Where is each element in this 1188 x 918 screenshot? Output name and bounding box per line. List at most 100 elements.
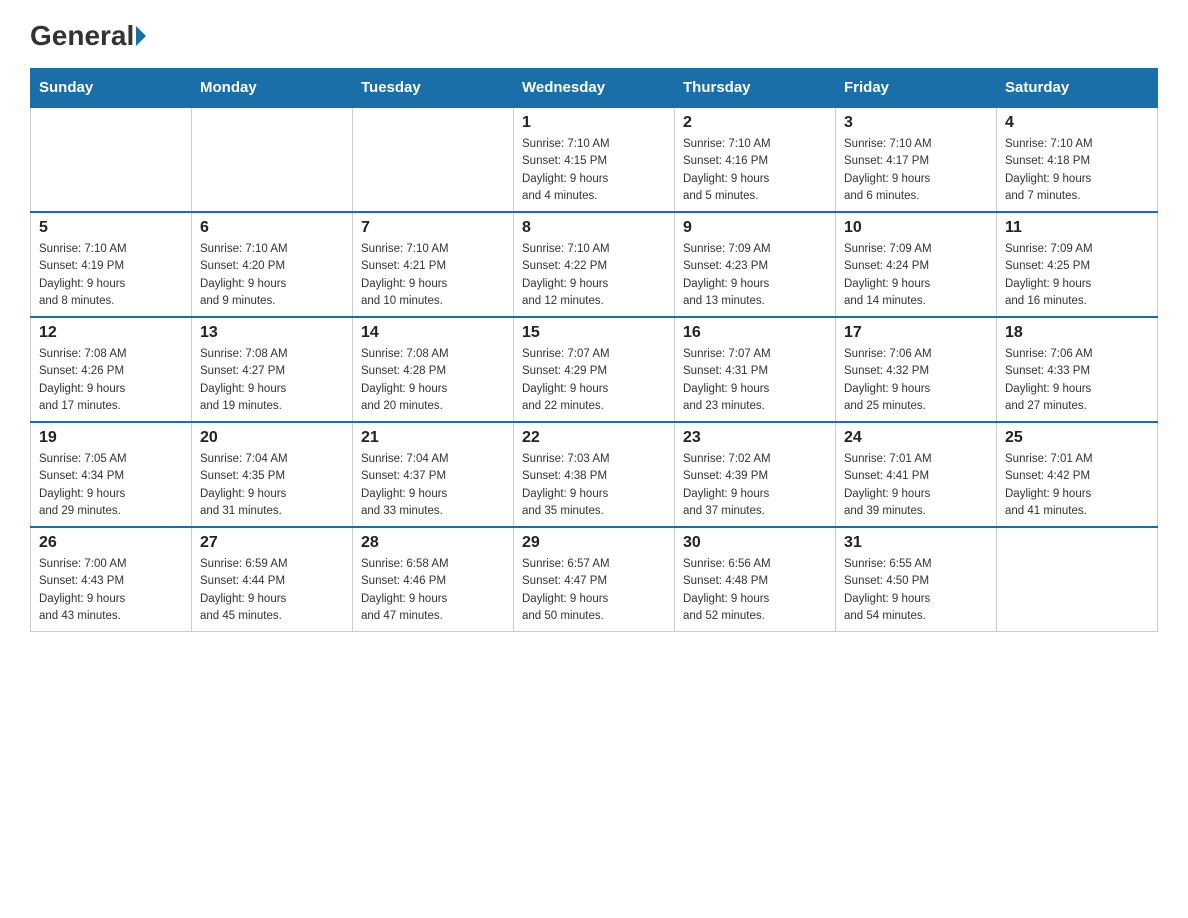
- day-number: 20: [200, 429, 344, 447]
- day-number: 13: [200, 324, 344, 342]
- day-info: Sunrise: 7:10 AM Sunset: 4:19 PM Dayligh…: [39, 241, 183, 310]
- day-number: 19: [39, 429, 183, 447]
- day-info: Sunrise: 7:09 AM Sunset: 4:23 PM Dayligh…: [683, 241, 827, 310]
- calendar-cell: 14 Sunrise: 7:08 AM Sunset: 4:28 PM Dayli…: [353, 317, 514, 422]
- calendar-cell: 9 Sunrise: 7:09 AM Sunset: 4:23 PM Daylig…: [675, 212, 836, 317]
- day-info: Sunrise: 7:06 AM Sunset: 4:33 PM Dayligh…: [1005, 346, 1149, 415]
- day-info: Sunrise: 7:10 AM Sunset: 4:18 PM Dayligh…: [1005, 136, 1149, 205]
- calendar-cell: 4 Sunrise: 7:10 AM Sunset: 4:18 PM Daylig…: [997, 107, 1158, 212]
- day-info: Sunrise: 7:02 AM Sunset: 4:39 PM Dayligh…: [683, 451, 827, 520]
- calendar-cell: [31, 107, 192, 212]
- calendar-cell: 15Sunrise: 7:07 AM Sunset: 4:29 PM Dayli…: [514, 317, 675, 422]
- day-number: 4: [1005, 114, 1149, 132]
- day-info: Sunrise: 7:10 AM Sunset: 4:20 PM Dayligh…: [200, 241, 344, 310]
- day-info: Sunrise: 7:07 AM Sunset: 4:31 PM Dayligh…: [683, 346, 827, 415]
- day-number: 7: [361, 219, 505, 237]
- day-number: 2: [683, 114, 827, 132]
- logo: General: [30, 20, 148, 48]
- calendar-cell: 20 Sunrise: 7:04 AM Sunset: 4:35 PM Dayli…: [192, 422, 353, 527]
- day-number: 14: [361, 324, 505, 342]
- day-info: Sunrise: 7:04 AM Sunset: 4:35 PM Dayligh…: [200, 451, 344, 520]
- day-number: 22: [522, 429, 666, 447]
- day-info: Sunrise: 7:08 AM Sunset: 4:28 PM Dayligh…: [361, 346, 505, 415]
- day-number: 1: [522, 114, 666, 132]
- day-number: 29: [522, 534, 666, 552]
- calendar-cell: 3 Sunrise: 7:10 AM Sunset: 4:17 PM Daylig…: [836, 107, 997, 212]
- calendar-cell: 22 Sunrise: 7:03 AM Sunset: 4:38 PM Dayli…: [514, 422, 675, 527]
- week-row-2: 5 Sunrise: 7:10 AM Sunset: 4:19 PM Daylig…: [31, 212, 1158, 317]
- day-info: Sunrise: 7:10 AM Sunset: 4:15 PM Dayligh…: [522, 136, 666, 205]
- day-number: 23: [683, 429, 827, 447]
- calendar-cell: 24Sunrise: 7:01 AM Sunset: 4:41 PM Dayli…: [836, 422, 997, 527]
- calendar-cell: 25 Sunrise: 7:01 AM Sunset: 4:42 PM Dayli…: [997, 422, 1158, 527]
- calendar-table: SundayMondayTuesdayWednesdayThursdayFrid…: [30, 68, 1158, 632]
- calendar-cell: 10 Sunrise: 7:09 AM Sunset: 4:24 PM Dayli…: [836, 212, 997, 317]
- day-number: 11: [1005, 219, 1149, 237]
- day-info: Sunrise: 7:01 AM Sunset: 4:42 PM Dayligh…: [1005, 451, 1149, 520]
- calendar-cell: [997, 527, 1158, 632]
- calendar-cell: 29 Sunrise: 6:57 AM Sunset: 4:47 PM Dayli…: [514, 527, 675, 632]
- calendar-cell: 19 Sunrise: 7:05 AM Sunset: 4:34 PM Dayli…: [31, 422, 192, 527]
- day-number: 18: [1005, 324, 1149, 342]
- day-info: Sunrise: 6:57 AM Sunset: 4:47 PM Dayligh…: [522, 556, 666, 625]
- calendar-cell: 12Sunrise: 7:08 AM Sunset: 4:26 PM Dayli…: [31, 317, 192, 422]
- day-info: Sunrise: 7:05 AM Sunset: 4:34 PM Dayligh…: [39, 451, 183, 520]
- day-number: 6: [200, 219, 344, 237]
- day-info: Sunrise: 7:09 AM Sunset: 4:25 PM Dayligh…: [1005, 241, 1149, 310]
- day-number: 10: [844, 219, 988, 237]
- weekday-header-row: SundayMondayTuesdayWednesdayThursdayFrid…: [31, 69, 1158, 108]
- day-info: Sunrise: 7:09 AM Sunset: 4:24 PM Dayligh…: [844, 241, 988, 310]
- day-info: Sunrise: 7:10 AM Sunset: 4:17 PM Dayligh…: [844, 136, 988, 205]
- day-info: Sunrise: 7:08 AM Sunset: 4:27 PM Dayligh…: [200, 346, 344, 415]
- day-number: 27: [200, 534, 344, 552]
- calendar-cell: 17 Sunrise: 7:06 AM Sunset: 4:32 PM Dayli…: [836, 317, 997, 422]
- day-number: 17: [844, 324, 988, 342]
- calendar-cell: 26Sunrise: 7:00 AM Sunset: 4:43 PM Dayli…: [31, 527, 192, 632]
- week-row-5: 26Sunrise: 7:00 AM Sunset: 4:43 PM Dayli…: [31, 527, 1158, 632]
- day-number: 16: [683, 324, 827, 342]
- day-number: 15: [522, 324, 666, 342]
- day-number: 9: [683, 219, 827, 237]
- weekday-header-friday: Friday: [836, 69, 997, 108]
- calendar-cell: 7 Sunrise: 7:10 AM Sunset: 4:21 PM Daylig…: [353, 212, 514, 317]
- day-info: Sunrise: 7:10 AM Sunset: 4:22 PM Dayligh…: [522, 241, 666, 310]
- day-info: Sunrise: 6:58 AM Sunset: 4:46 PM Dayligh…: [361, 556, 505, 625]
- page-header: General: [30, 20, 1158, 48]
- day-number: 3: [844, 114, 988, 132]
- day-number: 24: [844, 429, 988, 447]
- day-number: 5: [39, 219, 183, 237]
- calendar-cell: 18 Sunrise: 7:06 AM Sunset: 4:33 PM Dayli…: [997, 317, 1158, 422]
- weekday-header-wednesday: Wednesday: [514, 69, 675, 108]
- day-number: 31: [844, 534, 988, 552]
- calendar-header: SundayMondayTuesdayWednesdayThursdayFrid…: [31, 69, 1158, 108]
- day-number: 21: [361, 429, 505, 447]
- day-info: Sunrise: 6:55 AM Sunset: 4:50 PM Dayligh…: [844, 556, 988, 625]
- day-number: 8: [522, 219, 666, 237]
- calendar-cell: 21 Sunrise: 7:04 AM Sunset: 4:37 PM Dayli…: [353, 422, 514, 527]
- calendar-cell: 27Sunrise: 6:59 AM Sunset: 4:44 PM Dayli…: [192, 527, 353, 632]
- calendar-cell: 16 Sunrise: 7:07 AM Sunset: 4:31 PM Dayli…: [675, 317, 836, 422]
- weekday-header-monday: Monday: [192, 69, 353, 108]
- day-number: 25: [1005, 429, 1149, 447]
- day-info: Sunrise: 7:10 AM Sunset: 4:21 PM Dayligh…: [361, 241, 505, 310]
- week-row-1: 1 Sunrise: 7:10 AM Sunset: 4:15 PM Daylig…: [31, 107, 1158, 212]
- calendar-cell: 31 Sunrise: 6:55 AM Sunset: 4:50 PM Dayli…: [836, 527, 997, 632]
- day-info: Sunrise: 7:00 AM Sunset: 4:43 PM Dayligh…: [39, 556, 183, 625]
- calendar-cell: 11 Sunrise: 7:09 AM Sunset: 4:25 PM Dayli…: [997, 212, 1158, 317]
- day-info: Sunrise: 7:03 AM Sunset: 4:38 PM Dayligh…: [522, 451, 666, 520]
- calendar-cell: 30Sunrise: 6:56 AM Sunset: 4:48 PM Dayli…: [675, 527, 836, 632]
- calendar-cell: 8 Sunrise: 7:10 AM Sunset: 4:22 PM Daylig…: [514, 212, 675, 317]
- day-info: Sunrise: 7:10 AM Sunset: 4:16 PM Dayligh…: [683, 136, 827, 205]
- day-number: 28: [361, 534, 505, 552]
- week-row-3: 12Sunrise: 7:08 AM Sunset: 4:26 PM Dayli…: [31, 317, 1158, 422]
- day-info: Sunrise: 7:04 AM Sunset: 4:37 PM Dayligh…: [361, 451, 505, 520]
- day-info: Sunrise: 7:06 AM Sunset: 4:32 PM Dayligh…: [844, 346, 988, 415]
- weekday-header-sunday: Sunday: [31, 69, 192, 108]
- calendar-cell: [192, 107, 353, 212]
- day-info: Sunrise: 7:08 AM Sunset: 4:26 PM Dayligh…: [39, 346, 183, 415]
- day-info: Sunrise: 6:56 AM Sunset: 4:48 PM Dayligh…: [683, 556, 827, 625]
- calendar-cell: [353, 107, 514, 212]
- weekday-header-tuesday: Tuesday: [353, 69, 514, 108]
- calendar-cell: 1 Sunrise: 7:10 AM Sunset: 4:15 PM Daylig…: [514, 107, 675, 212]
- calendar-cell: 6 Sunrise: 7:10 AM Sunset: 4:20 PM Daylig…: [192, 212, 353, 317]
